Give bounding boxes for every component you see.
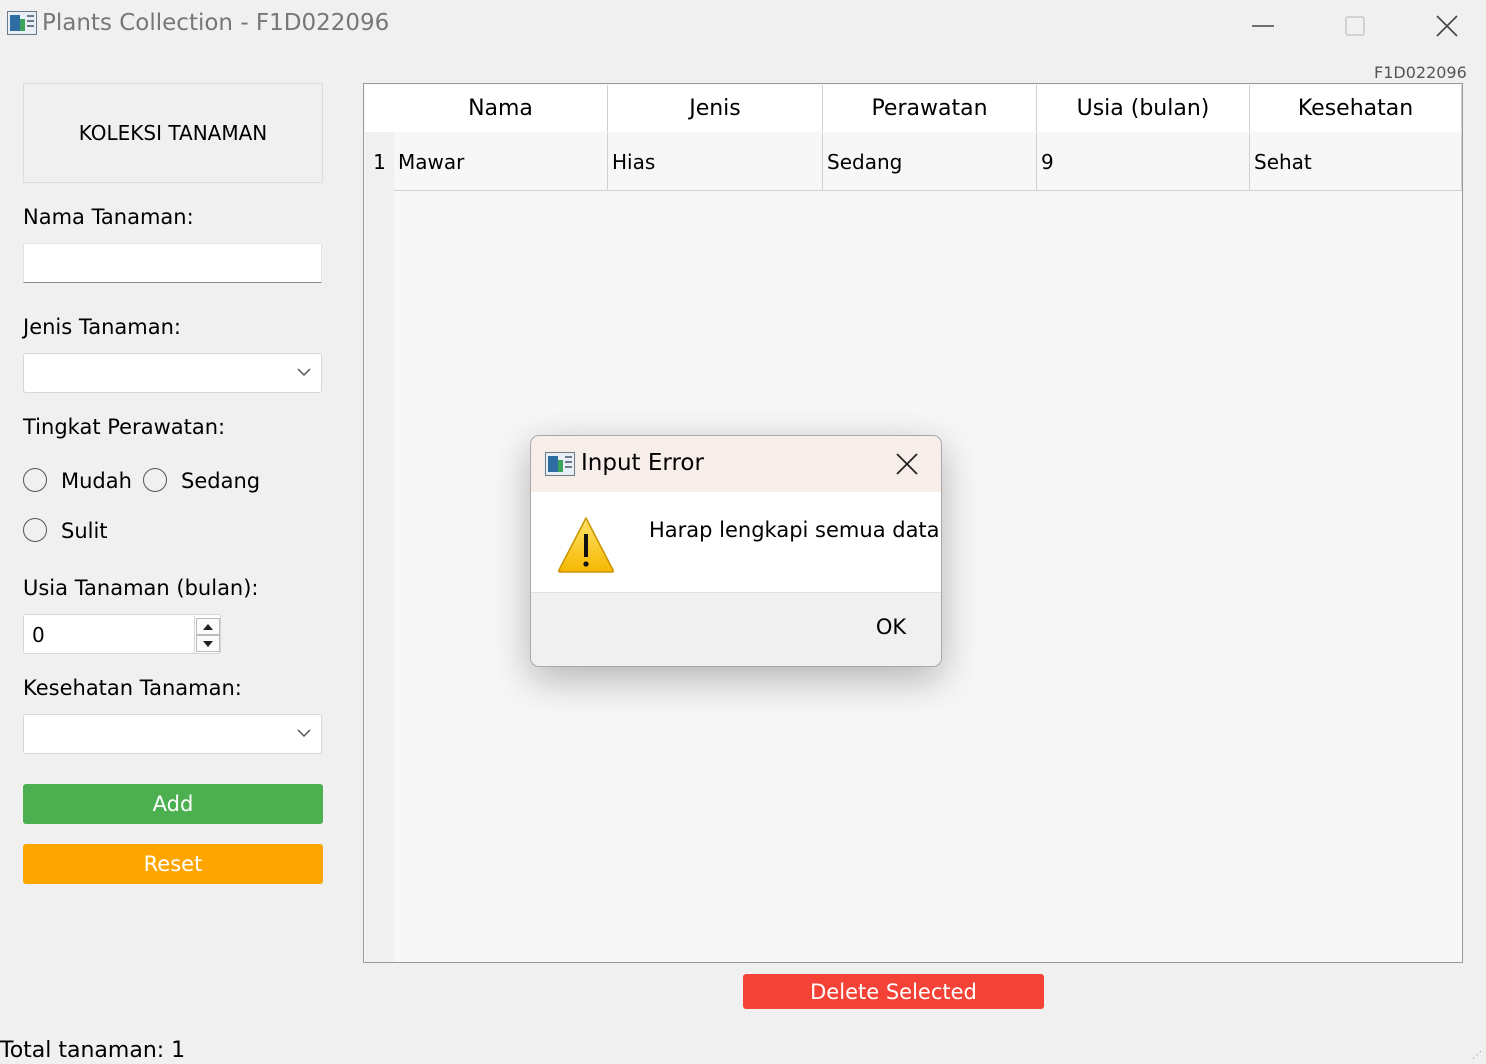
column-header-usia[interactable]: Usia (bulan) bbox=[1037, 85, 1250, 132]
dialog-message: Harap lengkapi semua data. bbox=[649, 518, 942, 542]
error-dialog: Input Error Harap lengkapi semua data. O… bbox=[530, 435, 942, 667]
table-cell-usia[interactable]: 9 bbox=[1037, 133, 1250, 191]
jenis-combobox[interactable] bbox=[23, 353, 322, 393]
spin-up-button[interactable] bbox=[196, 618, 220, 635]
radio-sulit[interactable] bbox=[23, 518, 47, 542]
add-button[interactable]: Add bbox=[23, 784, 323, 824]
kesehatan-combobox[interactable] bbox=[23, 714, 322, 754]
chevron-down-icon bbox=[297, 729, 311, 738]
dialog-close-button[interactable] bbox=[887, 448, 927, 480]
spin-down-button[interactable] bbox=[196, 635, 220, 652]
table-cell-kesehatan[interactable]: Sehat bbox=[1250, 133, 1462, 191]
dialog-title: Input Error bbox=[581, 450, 704, 476]
total-count-label: Total tanaman: 1 bbox=[0, 1038, 186, 1063]
nama-input[interactable] bbox=[23, 243, 322, 283]
form-header: KOLEKSI TANAMAN bbox=[23, 83, 323, 183]
dialog-app-icon bbox=[545, 452, 575, 476]
table-cell-jenis[interactable]: Hias bbox=[608, 133, 823, 191]
perawatan-label: Tingkat Perawatan: bbox=[23, 415, 226, 439]
warning-icon bbox=[557, 517, 615, 573]
dialog-footer: OK bbox=[531, 592, 941, 666]
table-corner bbox=[365, 85, 394, 132]
resize-grip[interactable]: ⋰ bbox=[1472, 1050, 1484, 1062]
radio-sedang-label[interactable]: Sedang bbox=[181, 469, 260, 493]
close-button[interactable] bbox=[1401, 0, 1486, 52]
radio-mudah[interactable] bbox=[23, 468, 47, 492]
caret-up-icon bbox=[203, 623, 213, 630]
chevron-down-icon bbox=[297, 368, 311, 377]
column-header-jenis[interactable]: Jenis bbox=[608, 85, 823, 132]
caret-down-icon bbox=[203, 640, 213, 647]
usia-label: Usia Tanaman (bulan): bbox=[23, 576, 259, 600]
table-cell-nama[interactable]: Mawar bbox=[394, 133, 608, 191]
close-icon bbox=[896, 453, 918, 475]
radio-sulit-label[interactable]: Sulit bbox=[61, 519, 108, 543]
column-header-perawatan[interactable]: Perawatan bbox=[823, 85, 1037, 132]
minimize-icon bbox=[1252, 25, 1274, 27]
student-id-label: F1D022096 bbox=[1374, 63, 1467, 82]
row-number[interactable]: 1 bbox=[365, 133, 394, 191]
nama-label: Nama Tanaman: bbox=[23, 205, 194, 229]
reset-button[interactable]: Reset bbox=[23, 844, 323, 884]
app-icon bbox=[7, 11, 37, 35]
jenis-label: Jenis Tanaman: bbox=[23, 315, 181, 339]
maximize-icon bbox=[1345, 16, 1365, 36]
spinbox-buttons bbox=[194, 616, 221, 653]
window-title: Plants Collection - F1D022096 bbox=[42, 10, 390, 36]
usia-spinbox-value: 0 bbox=[32, 623, 45, 647]
radio-mudah-label[interactable]: Mudah bbox=[61, 469, 132, 493]
close-icon bbox=[1436, 15, 1458, 37]
column-header-kesehatan[interactable]: Kesehatan bbox=[1250, 85, 1462, 132]
row-header bbox=[365, 132, 394, 962]
usia-spinbox[interactable]: 0 bbox=[23, 614, 221, 654]
kesehatan-label: Kesehatan Tanaman: bbox=[23, 676, 242, 700]
form-header-text: KOLEKSI TANAMAN bbox=[78, 121, 268, 145]
column-header-nama[interactable]: Nama bbox=[394, 85, 608, 132]
minimize-button[interactable] bbox=[1217, 0, 1309, 52]
table-cell-perawatan[interactable]: Sedang bbox=[823, 133, 1037, 191]
delete-selected-button[interactable]: Delete Selected bbox=[743, 974, 1044, 1009]
dialog-body: Harap lengkapi semua data. bbox=[531, 492, 941, 592]
radio-sedang[interactable] bbox=[143, 468, 167, 492]
maximize-button[interactable] bbox=[1309, 0, 1401, 52]
ok-button[interactable]: OK bbox=[861, 609, 921, 645]
